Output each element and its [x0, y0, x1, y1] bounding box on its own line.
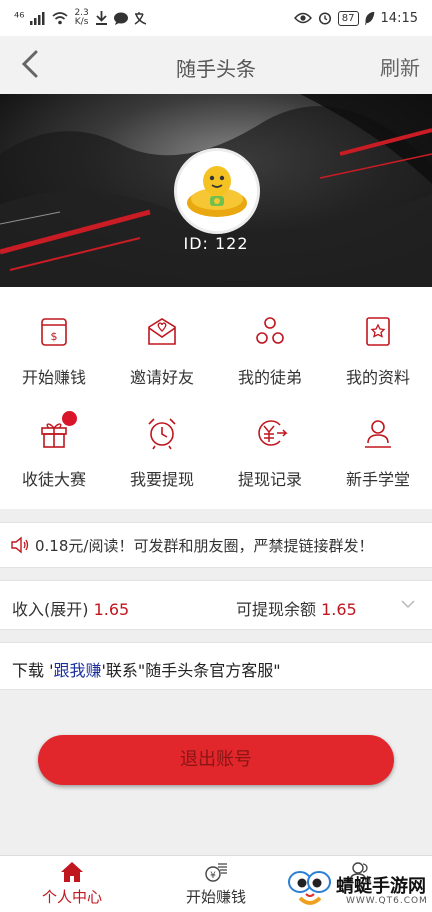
message-icon: [113, 12, 128, 25]
logout-button[interactable]: 退出账号: [38, 735, 394, 785]
profile-card-icon: [366, 317, 390, 346]
balance-value: 1.65: [321, 600, 357, 619]
refresh-button[interactable]: 刷新: [380, 52, 420, 81]
invite-envelope-icon: [148, 318, 176, 345]
notice-bar: 0.18元/阅读！可发群和朋友圈，严禁提链接群发！: [0, 522, 432, 568]
notice-text: 0.18元/阅读！可发群和朋友圈，严禁提链接群发！: [35, 536, 374, 555]
status-bar: ⁴⁶ 2.3 K/s 87 14:15: [0, 0, 432, 36]
coins-icon: ¥: [205, 863, 227, 882]
speaker-icon: [11, 536, 29, 554]
income-summary: 收入(展开) 1.65: [12, 596, 129, 620]
dragonfly-logo-icon: [288, 871, 331, 905]
income-value: 1.65: [93, 600, 130, 619]
menu-label: 提现记录: [237, 470, 302, 489]
download-prefix: 下载 ': [12, 661, 54, 680]
menu-label: 新手学堂: [345, 470, 410, 489]
profile-banner: ID: 122: [0, 94, 432, 287]
watermark-text: 蜻蜓手游网: [336, 876, 426, 897]
menu-label: 开始赚钱: [21, 368, 86, 387]
download-hint: 下载 '跟我赚'联系"随手头条官方客服": [0, 642, 432, 690]
feature-grid: $ 开始赚钱 邀请好友 我的徒弟 我的资料 收徒大赛 我要提现 提现记录 新手学…: [0, 287, 432, 509]
top-nav-bar: 随手头条 刷新: [0, 36, 432, 94]
menu-my-disciples[interactable]: 我的徒弟: [216, 309, 324, 411]
menu-label: 收徒大赛: [21, 470, 86, 489]
user-id: ID: 122: [183, 234, 249, 253]
chevron-down-icon[interactable]: [400, 597, 416, 611]
avatar[interactable]: [174, 148, 260, 234]
wifi-icon: [52, 11, 68, 24]
svg-text:$: $: [51, 330, 58, 343]
alarm-icon: [318, 12, 331, 25]
income-row[interactable]: 收入(展开) 1.65 可提现余额 1.65: [0, 580, 432, 630]
yuan-record-icon: [258, 420, 288, 446]
menu-label: 我的徒弟: [237, 368, 302, 387]
watermark-url: WWW.QT6.COM: [346, 896, 428, 906]
status-time: 14:15: [380, 10, 418, 26]
income-label: 收入(展开): [12, 600, 89, 619]
menu-withdraw[interactable]: 我要提现: [108, 411, 216, 511]
balance-label: 可提现余额: [236, 600, 317, 619]
menu-recruit-contest[interactable]: 收徒大赛: [0, 411, 108, 511]
page-title: 随手头条: [176, 57, 256, 81]
download-suffix: '联系"随手头条官方客服": [101, 661, 281, 680]
wallet-icon: $: [41, 318, 67, 346]
menu-invite-friends[interactable]: 邀请好友: [108, 309, 216, 411]
home-icon: [61, 862, 83, 882]
watermark-logo: 蜻蜓手游网 WWW.QT6.COM: [286, 866, 432, 912]
user-learn-icon: [365, 420, 391, 448]
network-speed: 2.3 K/s: [74, 8, 89, 27]
translate-icon: [134, 11, 147, 25]
eye-icon: [293, 12, 312, 24]
notification-dot: [62, 411, 77, 426]
tab-start-earning[interactable]: ¥ 开始赚钱: [144, 856, 288, 912]
balance-summary: 可提现余额 1.65: [236, 596, 357, 620]
signal-icon: ⁴⁶: [14, 10, 25, 26]
tab-label: 开始赚钱: [185, 888, 246, 906]
menu-label: 我的资料: [345, 368, 410, 387]
svg-text:¥: ¥: [210, 871, 216, 881]
leaf-icon: [364, 11, 374, 25]
menu-label: 邀请好友: [129, 368, 194, 387]
tab-label: 个人中心: [41, 888, 102, 906]
menu-withdraw-records[interactable]: 提现记录: [216, 411, 324, 511]
battery-indicator: 87: [337, 10, 359, 26]
download-icon: [95, 11, 107, 25]
signal-bars-icon: [30, 11, 45, 25]
alarm-clock-icon: [148, 418, 176, 450]
menu-label: 我要提现: [129, 470, 194, 489]
download-app-name[interactable]: 跟我赚: [54, 661, 102, 680]
menu-my-profile[interactable]: 我的资料: [324, 309, 432, 411]
menu-start-earning[interactable]: $ 开始赚钱: [0, 309, 108, 411]
tab-personal-center[interactable]: 个人中心: [0, 856, 144, 912]
menu-newbie-school[interactable]: 新手学堂: [324, 411, 432, 511]
disciples-icon: [256, 317, 284, 344]
gold-ingot-mascot-icon: [187, 166, 247, 217]
